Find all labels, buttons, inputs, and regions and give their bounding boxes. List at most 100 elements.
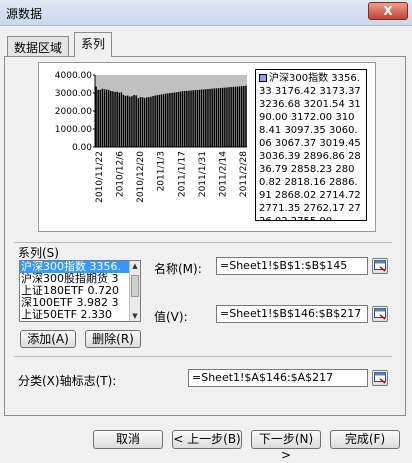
y-tick-label: 0.00 [72,143,92,153]
values-field[interactable]: =Sheet1!$B$146:$B$217 [216,305,368,323]
bar [188,90,190,147]
bar [158,94,161,147]
x-tick-label: 2011/1/17 [177,151,187,197]
add-series-button[interactable]: 添加(A) [20,330,76,348]
series-listbox[interactable]: 沪深300指数 3356. 沪深300股指期货 3 上证180ETF 0.720… [19,260,141,322]
bar [137,98,140,147]
bar [234,86,237,147]
range-picker-icon [374,308,386,320]
name-label: 名称(M): [154,262,202,276]
bar [120,92,123,147]
bar [200,89,203,147]
values-range-picker-button[interactable] [372,306,388,322]
bar [179,91,182,147]
x-tick-label: 2011/1/31 [198,151,208,197]
bar [99,89,102,147]
bar [240,86,243,147]
bar [145,97,148,147]
bar [110,91,112,147]
bar [243,85,245,147]
bar [112,91,114,147]
scroll-down-icon[interactable]: ▼ [130,311,140,321]
y-tick-label: 3000.00 [55,89,92,99]
bar [141,97,144,147]
bar [118,92,121,147]
category-label: 分类(X)轴标志(T): [18,374,117,388]
bar [194,90,197,147]
bar [209,88,211,147]
x-tick-label: 2011/2/28 [239,151,249,197]
name-range-picker-button[interactable] [372,258,388,274]
x-tick-label: 2010/12/20 [136,151,146,203]
bar [116,91,118,147]
y-tick-label: 1000.00 [55,125,92,135]
bar [205,89,207,147]
bar [154,95,156,147]
bar [169,93,171,147]
bar [190,90,192,147]
chart-legend: 沪深300指数 3356.33 3176.42 3173.37 3236.68 … [255,69,367,221]
cancel-button[interactable]: 取消 [93,430,163,449]
bar [107,89,110,147]
y-tick-label: 2000.00 [55,107,92,117]
bar [160,94,163,147]
window-title: 源数据 [6,7,43,21]
bar [228,87,230,147]
bar [156,95,159,147]
bar [143,97,146,147]
scroll-thumb[interactable] [131,275,139,297]
finish-button[interactable]: 完成(F) [330,430,400,449]
title-bar: 源数据 X [0,0,412,26]
bar [230,87,232,147]
bar [202,89,205,147]
x-tick-label: 2010/11/22 [95,151,105,203]
x-tick-label: 2011/1/3 [157,151,167,191]
bar [101,88,104,147]
bar [219,87,222,147]
back-button[interactable]: < 上一步(B) [172,430,242,449]
bar [236,86,239,147]
category-range-picker-button[interactable] [372,370,388,386]
legend-swatch [259,74,267,82]
series-label: 系列(S) [18,246,59,260]
bar [150,96,152,147]
legend-text: 沪深300指数 3356.33 3176.42 3173.37 3236.68 … [259,73,361,220]
close-button[interactable]: X [368,2,408,20]
tab-series[interactable]: 系列 [74,32,113,57]
bar [131,96,133,147]
bar [162,94,165,147]
bar [211,88,213,147]
next-button[interactable]: 下一步(N) > [251,430,321,462]
bar [207,89,209,147]
category-field[interactable]: =Sheet1!$A$146:$A$217 [188,369,368,387]
bar [196,89,199,147]
bar [245,85,247,147]
values-label: 值(V): [154,310,188,324]
x-tick-label: 2010/12/6 [116,151,126,197]
bar [135,95,137,147]
bar [167,93,169,147]
series-item-4[interactable]: 上证50ETF 2.330 [20,309,140,321]
remove-series-button[interactable]: 删除(R) [85,330,141,348]
bar [221,87,224,147]
bar [171,92,173,147]
bar [114,91,116,147]
name-field[interactable]: =Sheet1!$B$1:$B$145 [216,257,368,275]
bar [152,96,154,147]
bar [192,90,194,147]
bar [183,91,186,147]
scroll-up-icon[interactable]: ▲ [130,261,140,271]
bar [232,86,235,147]
chart-preview: 4000.00 3000.00 2000.00 1000.00 0.00 2010/11/… [38,62,376,232]
bar [126,95,129,147]
bar [224,87,226,147]
bar [97,89,99,147]
series-scrollbar[interactable]: ▲ ▼ [129,261,140,321]
y-tick-label: 4000.00 [55,71,92,81]
bar [217,88,220,147]
tab-data-range[interactable]: 数据区域 [7,36,70,56]
bar [198,89,201,147]
bar [173,92,175,147]
bar [213,88,216,147]
bar [148,97,150,147]
